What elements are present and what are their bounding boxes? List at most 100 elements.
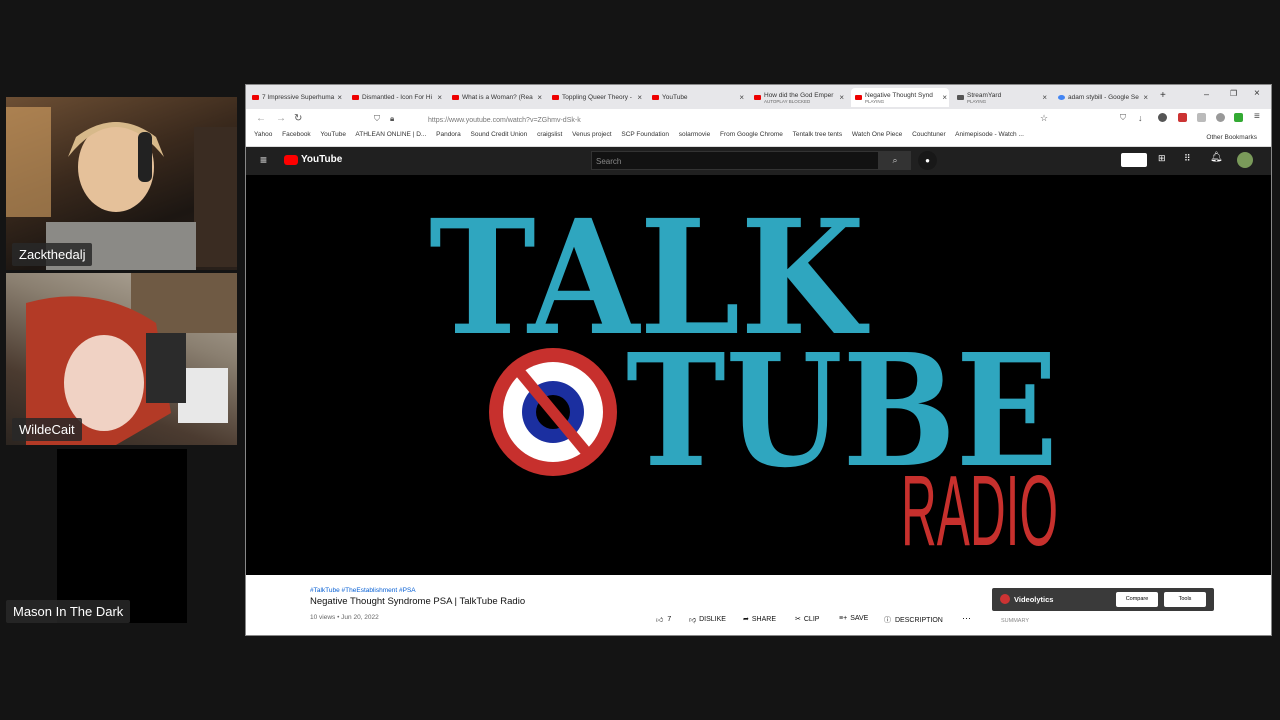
tab[interactable]: YouTube ×: [648, 88, 746, 107]
bookmark-item[interactable]: From Google Chrome: [720, 131, 783, 138]
download-icon[interactable]: ↓: [1138, 113, 1143, 123]
address-input[interactable]: https://www.youtube.com/watch?v=ZGhmv-dS…: [428, 114, 1108, 127]
like-button[interactable]: 👍︎ 7: [656, 615, 671, 624]
clip-button[interactable]: ✂ CLIP: [795, 615, 819, 624]
videolytics-extension-icon[interactable]: [1121, 153, 1147, 167]
tools-button[interactable]: Tools: [1164, 592, 1206, 607]
video-meta: 10 views • Jun 20, 2022: [310, 614, 379, 621]
bookmark-item[interactable]: SCP Foundation: [621, 131, 669, 138]
create-icon[interactable]: ⊞: [1158, 153, 1166, 164]
youtube-favicon-icon: [855, 95, 862, 100]
extension-icon[interactable]: [1197, 113, 1206, 122]
notifications-icon[interactable]: 🔔︎: [1210, 152, 1223, 163]
tab[interactable]: Toppling Queer Theory - ×: [548, 88, 644, 107]
other-bookmarks[interactable]: Other Bookmarks: [1206, 134, 1257, 141]
bookmark-item[interactable]: Watch One Piece: [852, 131, 902, 138]
description-button[interactable]: ⓘ DESCRIPTION: [884, 615, 943, 625]
compare-button[interactable]: Compare: [1116, 592, 1158, 607]
shield-icon[interactable]: ⛉: [374, 114, 380, 124]
bookmark-item[interactable]: Couchtuner: [912, 131, 946, 138]
account-icon[interactable]: [1158, 113, 1167, 122]
extension-icon[interactable]: [1234, 113, 1243, 122]
youtube-header: ≡ YouTube Search ⌕ ● ⊞ ⠿ 🔔︎: [246, 147, 1271, 175]
bookmark-item[interactable]: Pandora: [436, 131, 461, 138]
reload-icon[interactable]: ↻: [294, 113, 302, 124]
dislike-button[interactable]: 👎︎ DISLIKE: [689, 615, 726, 624]
talktube-radio-logo: TALK TUBE RADIO: [429, 186, 1058, 567]
youtube-favicon-icon: [352, 95, 359, 100]
tab[interactable]: StreamYard PLAYING ×: [953, 88, 1049, 107]
participant-name: WildeCait: [12, 418, 82, 441]
close-tab-icon[interactable]: ×: [839, 93, 844, 102]
share-icon: ➦: [743, 616, 749, 623]
extension-icon[interactable]: [1178, 113, 1187, 122]
share-button[interactable]: ➦ SHARE: [743, 615, 776, 624]
url-bar: ← → ↻ ⛉ 🔒︎ https://www.youtube.com/watch…: [246, 109, 1271, 131]
thumbs-up-icon: 👍︎: [656, 617, 664, 624]
tab[interactable]: 7 Impressive Superhuma ×: [248, 88, 344, 107]
participant-tile-3: Mason In The Dark: [6, 449, 237, 623]
logo-word-radio: RADIO: [901, 455, 1058, 567]
bookmark-item[interactable]: YouTube: [320, 131, 346, 138]
close-tab-icon[interactable]: ×: [942, 93, 947, 102]
bookmark-item[interactable]: Yahoo: [254, 131, 272, 138]
bookmark-item[interactable]: Venus project: [572, 131, 611, 138]
forward-icon[interactable]: →: [276, 113, 286, 124]
youtube-logo-icon[interactable]: [284, 155, 298, 165]
tab[interactable]: Dismantled - Icon For Hi ×: [348, 88, 444, 107]
participant-name: Mason In The Dark: [6, 600, 131, 623]
close-tab-icon[interactable]: ×: [637, 93, 642, 102]
hashtags[interactable]: #TalkTube #TheEstablishment #PSA: [310, 587, 416, 594]
videolytics-logo-icon: [1000, 594, 1010, 604]
restore-icon[interactable]: ❐: [1230, 89, 1237, 98]
apps-icon[interactable]: ⠿: [1184, 153, 1191, 164]
pocket-icon[interactable]: ⛉: [1120, 113, 1126, 123]
menu-icon[interactable]: ≡: [1254, 111, 1260, 122]
back-icon[interactable]: ←: [256, 113, 266, 124]
youtube-favicon-icon: [552, 95, 559, 100]
close-tab-icon[interactable]: ×: [537, 93, 542, 102]
search-button[interactable]: ⌕: [879, 151, 911, 170]
participant-tile-2: WildeCait: [6, 273, 237, 445]
participant-name: Zackthedalj: [12, 243, 93, 266]
avatar[interactable]: [1237, 152, 1253, 168]
streamyard-favicon-icon: [957, 95, 964, 100]
bookmark-item[interactable]: Facebook: [282, 131, 311, 138]
new-tab-icon[interactable]: +: [1160, 90, 1166, 101]
close-window-icon[interactable]: ×: [1254, 88, 1260, 99]
bookmark-item[interactable]: ATHLEAN ONLINE | D...: [355, 131, 426, 138]
tab[interactable]: What is a Woman? (Rea ×: [448, 88, 544, 107]
close-tab-icon[interactable]: ×: [739, 93, 744, 102]
youtube-logo-text[interactable]: YouTube: [301, 154, 342, 165]
lock-icon: 🔒︎: [390, 114, 395, 123]
videolytics-title: Videolytics: [1014, 595, 1054, 604]
mic-icon[interactable]: ●: [918, 151, 937, 170]
save-playlist-icon: ≡+: [839, 615, 848, 622]
close-tab-icon[interactable]: ×: [437, 93, 442, 102]
youtube-favicon-icon: [452, 95, 459, 100]
bookmark-item[interactable]: craigslist: [537, 131, 562, 138]
tab[interactable]: adam stybill - Google Se ×: [1054, 88, 1150, 107]
minimize-icon[interactable]: –: [1204, 89, 1209, 99]
search-input[interactable]: Search: [591, 151, 879, 170]
hamburger-menu-icon[interactable]: ≡: [260, 153, 267, 167]
bookmark-item[interactable]: Tentalk tree tents: [793, 131, 843, 138]
bookmark-item[interactable]: Sound Credit Union: [471, 131, 528, 138]
google-favicon-icon: [1058, 95, 1065, 100]
close-tab-icon[interactable]: ×: [337, 93, 342, 102]
more-options-icon[interactable]: ⋯: [962, 613, 971, 624]
save-button[interactable]: ≡+ SAVE: [839, 615, 868, 622]
bookmark-item[interactable]: Animepisode - Watch ...: [955, 131, 1024, 138]
info-icon: ⓘ: [884, 617, 891, 624]
tab-active[interactable]: Negative Thought Synd PLAYING ×: [851, 88, 949, 107]
close-tab-icon[interactable]: ×: [1042, 93, 1047, 102]
summary-label[interactable]: SUMMARY: [1001, 618, 1029, 624]
bookmark-star-icon[interactable]: ☆: [1040, 113, 1048, 124]
video-info-panel: #TalkTube #TheEstablishment #PSA Negativ…: [246, 575, 1271, 635]
extension-icon[interactable]: [1216, 113, 1225, 122]
video-player[interactable]: TALK TUBE RADIO: [246, 175, 1271, 575]
close-tab-icon[interactable]: ×: [1143, 93, 1148, 102]
bookmark-item[interactable]: solarmovie: [679, 131, 710, 138]
youtube-favicon-icon: [754, 95, 761, 100]
tab[interactable]: How did the God Emper AUTOPLAY BLOCKED ×: [750, 88, 846, 107]
